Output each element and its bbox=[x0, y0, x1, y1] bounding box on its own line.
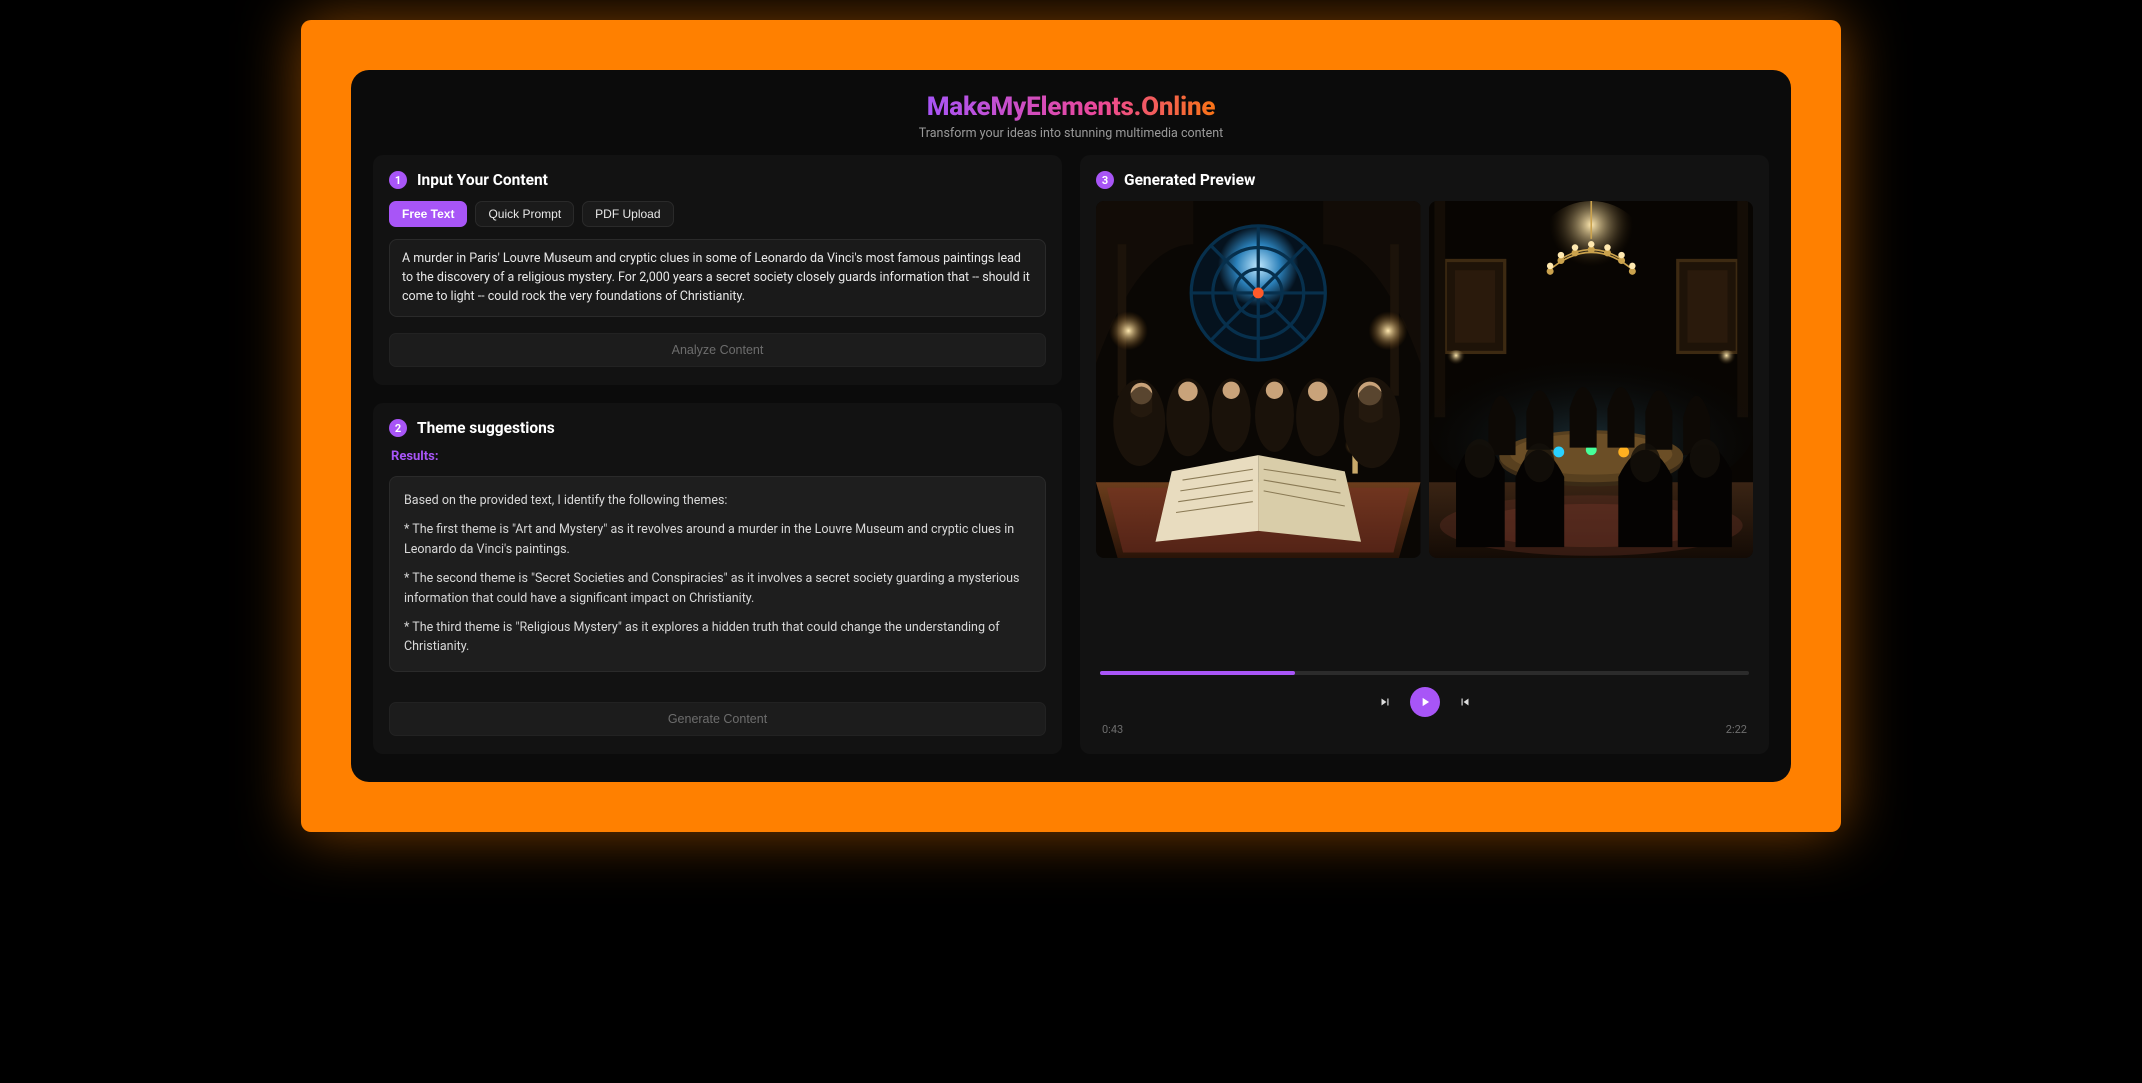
input-panel: 1 Input Your Content Free Text Quick Pro… bbox=[373, 155, 1062, 385]
step-badge-3: 3 bbox=[1096, 171, 1114, 189]
content-textarea[interactable] bbox=[389, 239, 1046, 317]
themes-panel: 2 Theme suggestions Results: Based on th… bbox=[373, 403, 1062, 754]
preview-images bbox=[1096, 201, 1753, 558]
audio-player: 0:43 2:22 bbox=[1096, 671, 1753, 736]
theme-1: * The first theme is "Art and Mystery" a… bbox=[404, 520, 1031, 559]
app-subtitle: Transform your ideas into stunning multi… bbox=[373, 126, 1769, 141]
results-label: Results: bbox=[391, 449, 1044, 464]
header: MakeMyElements.Online Transform your ide… bbox=[373, 92, 1769, 141]
theme-2: * The second theme is "Secret Societies … bbox=[404, 569, 1031, 608]
theme-3: * The third theme is "Religious Mystery"… bbox=[404, 618, 1031, 657]
input-tabs: Free Text Quick Prompt PDF Upload bbox=[389, 201, 1046, 227]
play-button[interactable] bbox=[1410, 687, 1440, 717]
step-badge-2: 2 bbox=[389, 419, 407, 437]
app-title: MakeMyElements.Online bbox=[927, 92, 1216, 122]
progress-fill bbox=[1100, 671, 1295, 675]
analyze-button[interactable]: Analyze Content bbox=[389, 333, 1046, 367]
app-window: MakeMyElements.Online Transform your ide… bbox=[351, 70, 1791, 782]
generate-button[interactable]: Generate Content bbox=[389, 702, 1046, 736]
step-badge-1: 1 bbox=[389, 171, 407, 189]
time-elapsed: 0:43 bbox=[1102, 723, 1123, 736]
tab-free-text[interactable]: Free Text bbox=[389, 201, 467, 227]
tab-pdf-upload[interactable]: PDF Upload bbox=[582, 201, 673, 227]
prev-button[interactable] bbox=[1376, 693, 1394, 711]
orange-frame: MakeMyElements.Online Transform your ide… bbox=[301, 20, 1841, 832]
preview-panel-title: Generated Preview bbox=[1124, 171, 1255, 189]
results-box: Based on the provided text, I identify t… bbox=[389, 476, 1046, 672]
tab-quick-prompt[interactable]: Quick Prompt bbox=[475, 201, 574, 227]
next-button[interactable] bbox=[1456, 693, 1474, 711]
progress-track[interactable] bbox=[1100, 671, 1749, 675]
input-panel-title: Input Your Content bbox=[417, 171, 548, 189]
themes-panel-title: Theme suggestions bbox=[417, 419, 555, 437]
time-total: 2:22 bbox=[1726, 723, 1747, 736]
preview-image-1[interactable] bbox=[1096, 201, 1421, 558]
preview-image-2[interactable] bbox=[1429, 201, 1754, 558]
preview-panel: 3 Generated Preview bbox=[1080, 155, 1769, 754]
results-intro: Based on the provided text, I identify t… bbox=[404, 491, 1031, 510]
